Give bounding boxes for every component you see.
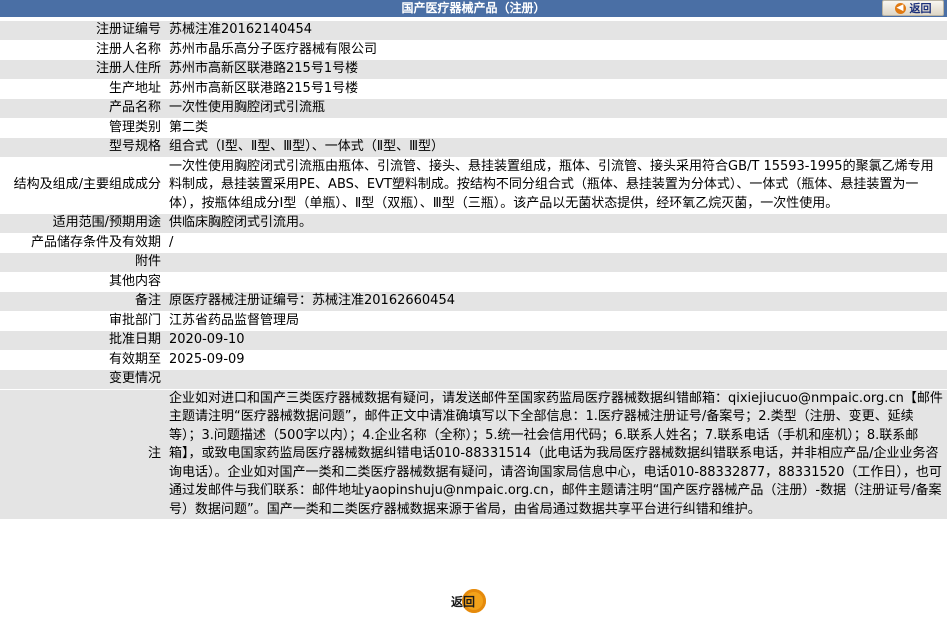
page: 国产医疗器械产品（注册） ◀ 返回 注册证编号 苏械注准20162140454 … <box>0 0 947 618</box>
row-value: 苏械注准20162140454 <box>166 21 947 40</box>
back-button-label: 返回 <box>909 2 932 15</box>
row-value: 苏州市高新区联港路215号1号楼 <box>166 79 947 98</box>
notes-text: 企业如对进口和国产三类医疗器械数据有疑问，请发送邮件至国家药监局医疗器械数据纠错… <box>166 389 947 519</box>
row-label: 生产地址 <box>0 79 166 98</box>
row-value <box>166 253 947 272</box>
table-row: 型号规格 组合式（Ⅰ型、Ⅱ型、Ⅲ型）、一体式（Ⅱ型、Ⅲ型） <box>0 138 947 157</box>
row-label: 型号规格 <box>0 138 166 157</box>
row-value: 组合式（Ⅰ型、Ⅱ型、Ⅲ型）、一体式（Ⅱ型、Ⅲ型） <box>166 138 947 157</box>
table-row: 注 企业如对进口和国产三类医疗器械数据有疑问，请发送邮件至国家药监局医疗器械数据… <box>0 389 947 519</box>
row-value: / <box>166 233 947 252</box>
table-row: 附件 <box>0 253 947 272</box>
row-label: 附件 <box>0 253 166 272</box>
row-label: 批准日期 <box>0 331 166 350</box>
row-label: 结构及组成/主要组成成分 <box>0 157 166 213</box>
page-title: 国产医疗器械产品（注册） <box>401 1 546 15</box>
table-row: 有效期至 2025-09-09 <box>0 350 947 369</box>
table-row: 注册人名称 苏州市晶乐高分子医疗器械有限公司 <box>0 40 947 59</box>
row-label: 备注 <box>0 292 166 311</box>
row-value: 第二类 <box>166 118 947 137</box>
row-value: 江苏省药品监督管理局 <box>166 311 947 330</box>
row-label: 产品名称 <box>0 99 166 118</box>
row-value: 一次性使用胸腔闭式引流瓶 <box>166 99 947 118</box>
title-bar: 国产医疗器械产品（注册） ◀ 返回 <box>0 0 947 17</box>
row-value: 苏州市晶乐高分子医疗器械有限公司 <box>166 40 947 59</box>
row-value: 一次性使用胸腔闭式引流瓶由瓶体、引流管、接头、悬挂装置组成，瓶体、引流管、接头采… <box>166 157 947 213</box>
table-row: 产品名称 一次性使用胸腔闭式引流瓶 <box>0 99 947 118</box>
detail-table: 注册证编号 苏械注准20162140454 注册人名称 苏州市晶乐高分子医疗器械… <box>0 20 947 520</box>
table-row: 管理类别 第二类 <box>0 118 947 137</box>
row-label: 注册人住所 <box>0 60 166 79</box>
back-arrow-icon: ◀ <box>894 2 906 14</box>
back-button-label: 返回 <box>451 595 476 609</box>
row-label: 有效期至 <box>0 350 166 369</box>
row-label: 其他内容 <box>0 272 166 291</box>
table-row: 备注 原医疗器械注册证编号：苏械注准20162660454 <box>0 292 947 311</box>
row-value: 2025-09-09 <box>166 350 947 369</box>
table-row: 注册证编号 苏械注准20162140454 <box>0 21 947 40</box>
row-label: 管理类别 <box>0 118 166 137</box>
table-row: 适用范围/预期用途 供临床胸腔闭式引流用。 <box>0 214 947 233</box>
back-button-top[interactable]: ◀ 返回 <box>882 0 944 16</box>
table-row: 注册人住所 苏州市高新区联港路215号1号楼 <box>0 60 947 79</box>
row-label: 产品储存条件及有效期 <box>0 233 166 252</box>
table-row: 产品储存条件及有效期 / <box>0 233 947 252</box>
row-label: 注册证编号 <box>0 21 166 40</box>
table-row: 结构及组成/主要组成成分 一次性使用胸腔闭式引流瓶由瓶体、引流管、接头、悬挂装置… <box>0 157 947 213</box>
row-value <box>166 272 947 291</box>
row-value: 原医疗器械注册证编号：苏械注准20162660454 <box>166 292 947 311</box>
back-button-bottom[interactable]: 返回 <box>448 588 498 614</box>
row-value: 供临床胸腔闭式引流用。 <box>166 214 947 233</box>
row-label: 注 <box>0 389 166 519</box>
row-label: 适用范围/预期用途 <box>0 214 166 233</box>
table-row: 变更情况 <box>0 370 947 389</box>
row-label: 注册人名称 <box>0 40 166 59</box>
table-row: 其他内容 <box>0 272 947 291</box>
row-value: 苏州市高新区联港路215号1号楼 <box>166 60 947 79</box>
table-row: 生产地址 苏州市高新区联港路215号1号楼 <box>0 79 947 98</box>
table-row: 批准日期 2020-09-10 <box>0 331 947 350</box>
row-value <box>166 370 947 389</box>
table-row: 审批部门 江苏省药品监督管理局 <box>0 311 947 330</box>
row-value: 2020-09-10 <box>166 331 947 350</box>
row-label: 审批部门 <box>0 311 166 330</box>
row-label: 变更情况 <box>0 370 166 389</box>
